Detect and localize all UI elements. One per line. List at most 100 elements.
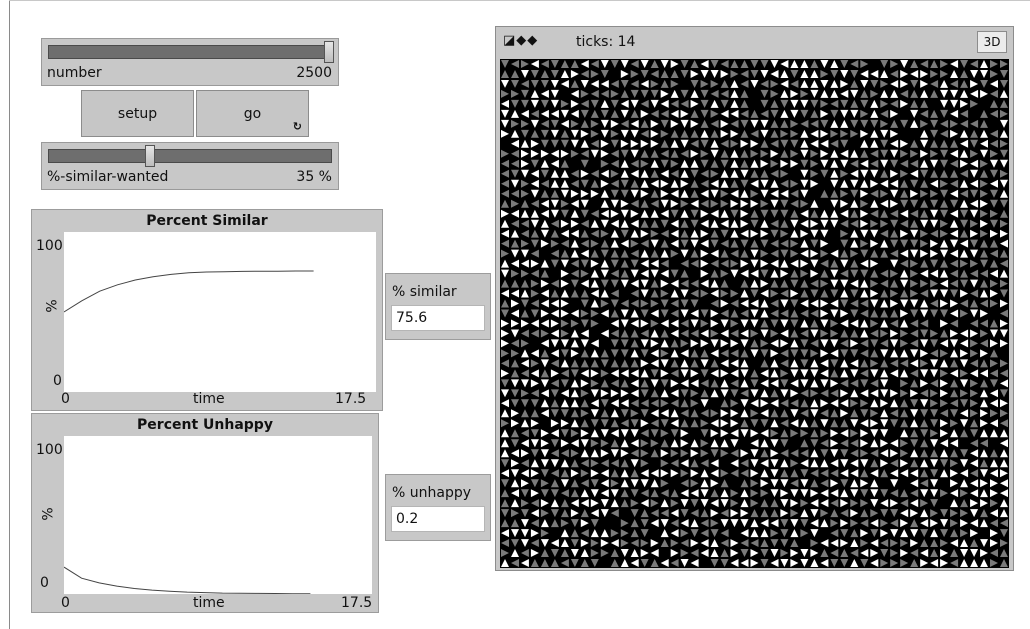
slider-thumb[interactable] [144, 145, 155, 167]
agent-turtle [630, 119, 639, 128]
agent-turtle [840, 369, 849, 378]
agent-turtle [870, 559, 879, 567]
agent-turtle [750, 179, 759, 188]
world-canvas[interactable] [500, 59, 1009, 568]
agent-turtle [810, 70, 819, 78]
agent-turtle [880, 279, 889, 288]
agent-turtle [710, 509, 719, 518]
agent-turtle [570, 479, 579, 488]
agent-turtle [820, 469, 829, 478]
agent-turtle [680, 479, 689, 488]
view-controls-icon[interactable]: ◪◆◆ [503, 33, 538, 48]
agent-turtle [740, 479, 749, 488]
agent-turtle [540, 309, 549, 318]
agent-turtle [720, 99, 729, 108]
agent-turtle [511, 109, 519, 118]
agent-turtle [501, 419, 509, 428]
agent-turtle [501, 80, 509, 88]
agent-turtle [870, 159, 879, 168]
agent-turtle [630, 189, 639, 198]
agent-turtle [650, 219, 659, 228]
agent-turtle [630, 239, 639, 248]
agent-turtle [920, 549, 929, 557]
agent-turtle [630, 139, 639, 148]
agent-turtle [670, 99, 679, 108]
agent-turtle [930, 89, 939, 98]
agent-turtle [960, 419, 969, 428]
agent-turtle [501, 349, 509, 358]
agent-turtle [850, 99, 859, 108]
agent-turtle [600, 259, 609, 268]
slider-track[interactable] [48, 45, 332, 59]
agent-turtle [910, 309, 919, 318]
agent-turtle [880, 269, 889, 278]
agent-turtle [860, 249, 869, 258]
agent-turtle [980, 489, 988, 498]
agent-turtle [620, 159, 629, 168]
agent-turtle [790, 139, 799, 148]
agent-turtle [540, 439, 549, 448]
agent-turtle [600, 70, 609, 78]
agent-turtle [800, 219, 809, 228]
agent-turtle [540, 489, 549, 498]
agent-turtle [730, 109, 739, 118]
agent-turtle [620, 549, 629, 557]
setup-button[interactable]: setup [81, 90, 194, 137]
agent-turtle [530, 559, 539, 567]
agent-turtle [940, 319, 949, 328]
agent-turtle [670, 439, 679, 448]
go-button[interactable]: go ↻ [196, 90, 309, 137]
number-slider[interactable]: number 2500 [41, 38, 339, 86]
agent-turtle [980, 279, 988, 288]
agent-turtle [950, 109, 959, 118]
agent-turtle [800, 249, 809, 258]
agent-turtle [760, 469, 769, 478]
3d-view-button[interactable]: 3D [977, 31, 1007, 53]
agent-turtle [650, 80, 659, 88]
agent-turtle [750, 429, 759, 438]
agent-turtle [501, 169, 509, 178]
agent-turtle [860, 379, 869, 388]
agent-turtle [511, 89, 519, 98]
agent-turtle [550, 309, 559, 318]
agent-turtle [530, 549, 539, 557]
agent-turtle [1000, 469, 1008, 478]
agent-turtle [730, 429, 739, 438]
agent-turtle [760, 199, 769, 208]
agent-turtle [950, 99, 959, 108]
agent-turtle [660, 299, 669, 308]
agent-turtle [710, 549, 719, 557]
agent-turtle [810, 179, 819, 188]
agent-turtle [970, 359, 979, 368]
agent-turtle [970, 289, 979, 298]
agent-turtle [850, 409, 859, 418]
agent-turtle [790, 499, 799, 508]
agent-turtle [660, 339, 669, 348]
agent-turtle [940, 519, 949, 528]
agent-turtle [580, 379, 589, 388]
agent-turtle [790, 449, 799, 458]
agent-turtle [780, 279, 789, 288]
agent-turtle [830, 409, 839, 418]
slider-label: number [47, 65, 102, 81]
agent-turtle [730, 80, 739, 88]
agent-turtle [521, 129, 529, 138]
agent-turtle [890, 239, 899, 248]
agent-turtle [980, 60, 988, 68]
agent-turtle [940, 129, 949, 138]
agent-turtle [900, 289, 909, 298]
agent-turtle [650, 199, 659, 208]
agent-turtle [770, 419, 779, 428]
slider-thumb[interactable] [324, 41, 334, 63]
agent-turtle [580, 70, 589, 78]
agent-turtle [860, 60, 869, 68]
agent-turtle [700, 159, 709, 168]
agent-turtle [650, 179, 659, 188]
agent-turtle [890, 359, 899, 368]
similar-wanted-slider[interactable]: %-similar-wanted 35 % [41, 142, 339, 190]
agent-turtle [940, 419, 949, 428]
slider-track[interactable] [48, 149, 332, 163]
agent-turtle [640, 409, 649, 418]
agent-turtle [890, 449, 899, 458]
agent-turtle [650, 349, 659, 358]
